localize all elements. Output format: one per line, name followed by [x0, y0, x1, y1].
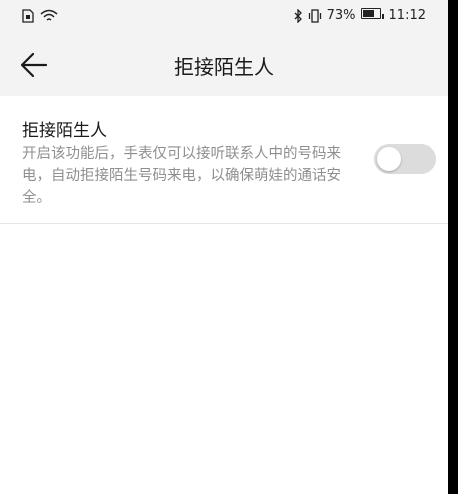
- status-bar-left: [22, 9, 58, 23]
- setting-title: 拒接陌生人: [22, 121, 107, 141]
- status-bar: 73% 11:12: [0, 0, 448, 34]
- battery-icon: [360, 8, 384, 23]
- vibrate-icon: [308, 8, 321, 23]
- sim-card-icon: [22, 9, 34, 23]
- bluetooth-icon: [294, 8, 302, 23]
- switch-knob: [377, 147, 401, 171]
- status-bar-right: 73% 11:12: [294, 8, 426, 23]
- screen: 73% 11:12 拒接陌生人 拒接陌生人 开启该功能后，手表仅可以接听联系人中…: [0, 0, 448, 494]
- status-time: 11:12: [388, 8, 426, 23]
- app-bar: 拒接陌生人: [0, 34, 448, 96]
- reject-strangers-switch[interactable]: [374, 144, 436, 174]
- battery-fill: [362, 10, 375, 17]
- page-title: 拒接陌生人: [174, 55, 274, 79]
- setting-description: 开启该功能后，手表仅可以接听联系人中的号码来电，自动拒接陌生号码来电，以确保萌娃…: [22, 146, 341, 206]
- wifi-icon: [40, 9, 58, 21]
- setting-row-reject-strangers[interactable]: 拒接陌生人 开启该功能后，手表仅可以接听联系人中的号码来电，自动拒接陌生号码来电…: [0, 96, 448, 224]
- battery-cap: [381, 14, 384, 19]
- battery-percent: 73%: [326, 8, 356, 23]
- battery-body: [360, 8, 381, 19]
